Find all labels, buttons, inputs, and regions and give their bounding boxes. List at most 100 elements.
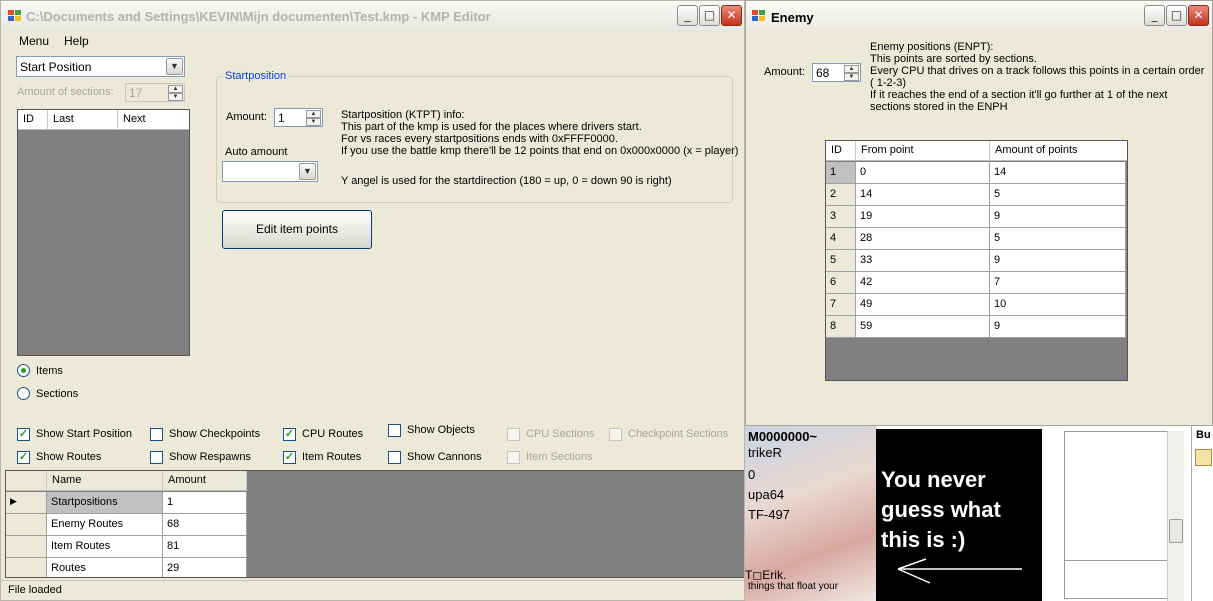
table-cell-from[interactable]: 59	[856, 316, 990, 338]
cpu-routes-checkbox[interactable]: ✓	[283, 428, 296, 441]
menu-item-menu[interactable]: Menu	[19, 34, 49, 48]
table-cell-name[interactable]: Item Routes	[47, 536, 163, 558]
table-cell-id[interactable]: 3	[826, 206, 856, 228]
column-header-from-point[interactable]: From point	[856, 141, 990, 161]
amount-spinner[interactable]: ▲ ▼	[306, 110, 321, 126]
amount-of-sections-input[interactable]: 17 ▲ ▼	[125, 83, 185, 102]
maximize-button[interactable]: □	[699, 5, 720, 26]
items-radio[interactable]	[17, 364, 30, 377]
show-start-position-label[interactable]: Show Start Position	[36, 428, 132, 440]
show-cannons-label[interactable]: Show Cannons	[407, 451, 482, 463]
minimize-button[interactable]: _	[677, 5, 698, 26]
table-cell-amount[interactable]: 5	[990, 228, 1126, 250]
auto-amount-select[interactable]: ▼	[222, 161, 318, 182]
column-header-next[interactable]: Next	[118, 110, 189, 130]
section-type-select[interactable]: Start Position ▼	[16, 56, 185, 77]
show-checkpoints-label[interactable]: Show Checkpoints	[169, 428, 260, 440]
enemy-amount-spinner[interactable]: ▲ ▼	[844, 65, 859, 81]
table-row[interactable]: 6 42 7	[826, 272, 1127, 294]
table-cell-id[interactable]: 8	[826, 316, 856, 338]
table-row[interactable]: 4 28 5	[826, 228, 1127, 250]
show-routes-checkbox[interactable]: ✓	[17, 451, 30, 464]
table-cell-amount[interactable]: 9	[990, 316, 1126, 338]
show-respawns-checkbox[interactable]	[150, 451, 163, 464]
table-cell-from[interactable]: 33	[856, 250, 990, 272]
column-header-id[interactable]: ID	[826, 141, 856, 161]
item-routes-checkbox[interactable]: ✓	[283, 451, 296, 464]
table-cell-amount[interactable]: 1	[163, 492, 247, 514]
sections-grid[interactable]: ID Last Next	[17, 109, 190, 356]
table-cell-name[interactable]: Enemy Routes	[47, 514, 163, 536]
table-cell-from[interactable]: 0	[856, 162, 990, 184]
table-cell-id[interactable]: 2	[826, 184, 856, 206]
maximize-button[interactable]: □	[1166, 5, 1187, 26]
table-cell-amount[interactable]: 81	[163, 536, 247, 558]
close-button[interactable]: ✕	[1188, 5, 1209, 26]
show-respawns-label[interactable]: Show Respawns	[169, 451, 251, 463]
show-routes-label[interactable]: Show Routes	[36, 451, 101, 463]
table-row[interactable]: 2 14 5	[826, 184, 1127, 206]
table-cell-name[interactable]: Startpositions	[47, 492, 163, 514]
table-cell-amount[interactable]: 7	[990, 272, 1126, 294]
table-row[interactable]: 3 19 9	[826, 206, 1127, 228]
sections-radio-label[interactable]: Sections	[36, 388, 78, 400]
show-objects-label[interactable]: Show Objects	[407, 424, 475, 436]
table-cell-amount[interactable]: 9	[990, 250, 1126, 272]
row-selector[interactable]	[6, 536, 47, 558]
enemy-points-grid[interactable]: ID From point Amount of points 1 0 14 2 …	[825, 140, 1128, 381]
summary-grid[interactable]: Name Amount ▶ Startpositions 1 Enemy Rou…	[5, 470, 744, 578]
table-cell-id[interactable]: 4	[826, 228, 856, 250]
table-cell-from[interactable]: 49	[856, 294, 990, 316]
table-cell-from[interactable]: 28	[856, 228, 990, 250]
checkpoint-sections-checkbox[interactable]	[609, 428, 622, 441]
table-cell-id[interactable]: 1	[826, 162, 856, 184]
column-header-name[interactable]: Name	[47, 471, 163, 491]
table-cell-name[interactable]: Routes	[47, 558, 163, 577]
row-selector[interactable]	[6, 558, 47, 577]
table-row[interactable]: ▶ Startpositions 1	[6, 492, 247, 514]
table-row[interactable]: Routes 29	[6, 558, 247, 577]
show-start-position-checkbox[interactable]: ✓	[17, 428, 30, 441]
row-selector[interactable]	[6, 514, 47, 536]
show-checkpoints-checkbox[interactable]	[150, 428, 163, 441]
table-cell-amount[interactable]: 68	[163, 514, 247, 536]
column-header-amount[interactable]: Amount	[163, 471, 247, 491]
table-cell-amount[interactable]: 5	[990, 184, 1126, 206]
table-cell-from[interactable]: 19	[856, 206, 990, 228]
item-sections-checkbox[interactable]	[507, 451, 520, 464]
item-routes-label[interactable]: Item Routes	[302, 451, 361, 463]
table-cell-amount[interactable]: 9	[990, 206, 1126, 228]
enemy-titlebar[interactable]: Enemy _ □ ✕	[746, 1, 1212, 31]
amount-of-sections-spinner[interactable]: ▲ ▼	[168, 85, 183, 101]
table-cell-id[interactable]: 6	[826, 272, 856, 294]
amount-input[interactable]: 1 ▲ ▼	[274, 108, 323, 127]
table-cell-id[interactable]: 7	[826, 294, 856, 316]
table-cell-from[interactable]: 42	[856, 272, 990, 294]
table-cell-from[interactable]: 14	[856, 184, 990, 206]
row-selector[interactable]: ▶	[6, 492, 47, 514]
table-row[interactable]: 5 33 9	[826, 250, 1127, 272]
column-header-last[interactable]: Last	[48, 110, 118, 130]
enemy-amount-input[interactable]: 68 ▲ ▼	[812, 63, 861, 82]
chevron-down-icon[interactable]: ▼	[299, 163, 316, 180]
table-cell-id[interactable]: 5	[826, 250, 856, 272]
cpu-sections-checkbox[interactable]	[507, 428, 520, 441]
table-cell-amount[interactable]: 10	[990, 294, 1126, 316]
table-cell-amount[interactable]: 14	[990, 162, 1126, 184]
menu-item-help[interactable]: Help	[64, 34, 89, 48]
column-header-id[interactable]: ID	[18, 110, 48, 130]
show-objects-checkbox[interactable]	[388, 424, 401, 437]
edit-item-points-button[interactable]: Edit item points	[222, 210, 372, 249]
table-row[interactable]: 1 0 14	[826, 162, 1127, 184]
table-row[interactable]: 8 59 9	[826, 316, 1127, 338]
sections-radio[interactable]	[17, 387, 30, 400]
items-radio-label[interactable]: Items	[36, 365, 63, 377]
table-row[interactable]: 7 49 10	[826, 294, 1127, 316]
table-cell-amount[interactable]: 29	[163, 558, 247, 577]
column-header-amount-of-points[interactable]: Amount of points	[990, 141, 1127, 161]
chevron-down-icon[interactable]: ▼	[166, 58, 183, 75]
minimize-button[interactable]: _	[1144, 5, 1165, 26]
cpu-routes-label[interactable]: CPU Routes	[302, 428, 363, 440]
table-row[interactable]: Enemy Routes 68	[6, 514, 247, 536]
close-button[interactable]: ✕	[721, 5, 742, 26]
